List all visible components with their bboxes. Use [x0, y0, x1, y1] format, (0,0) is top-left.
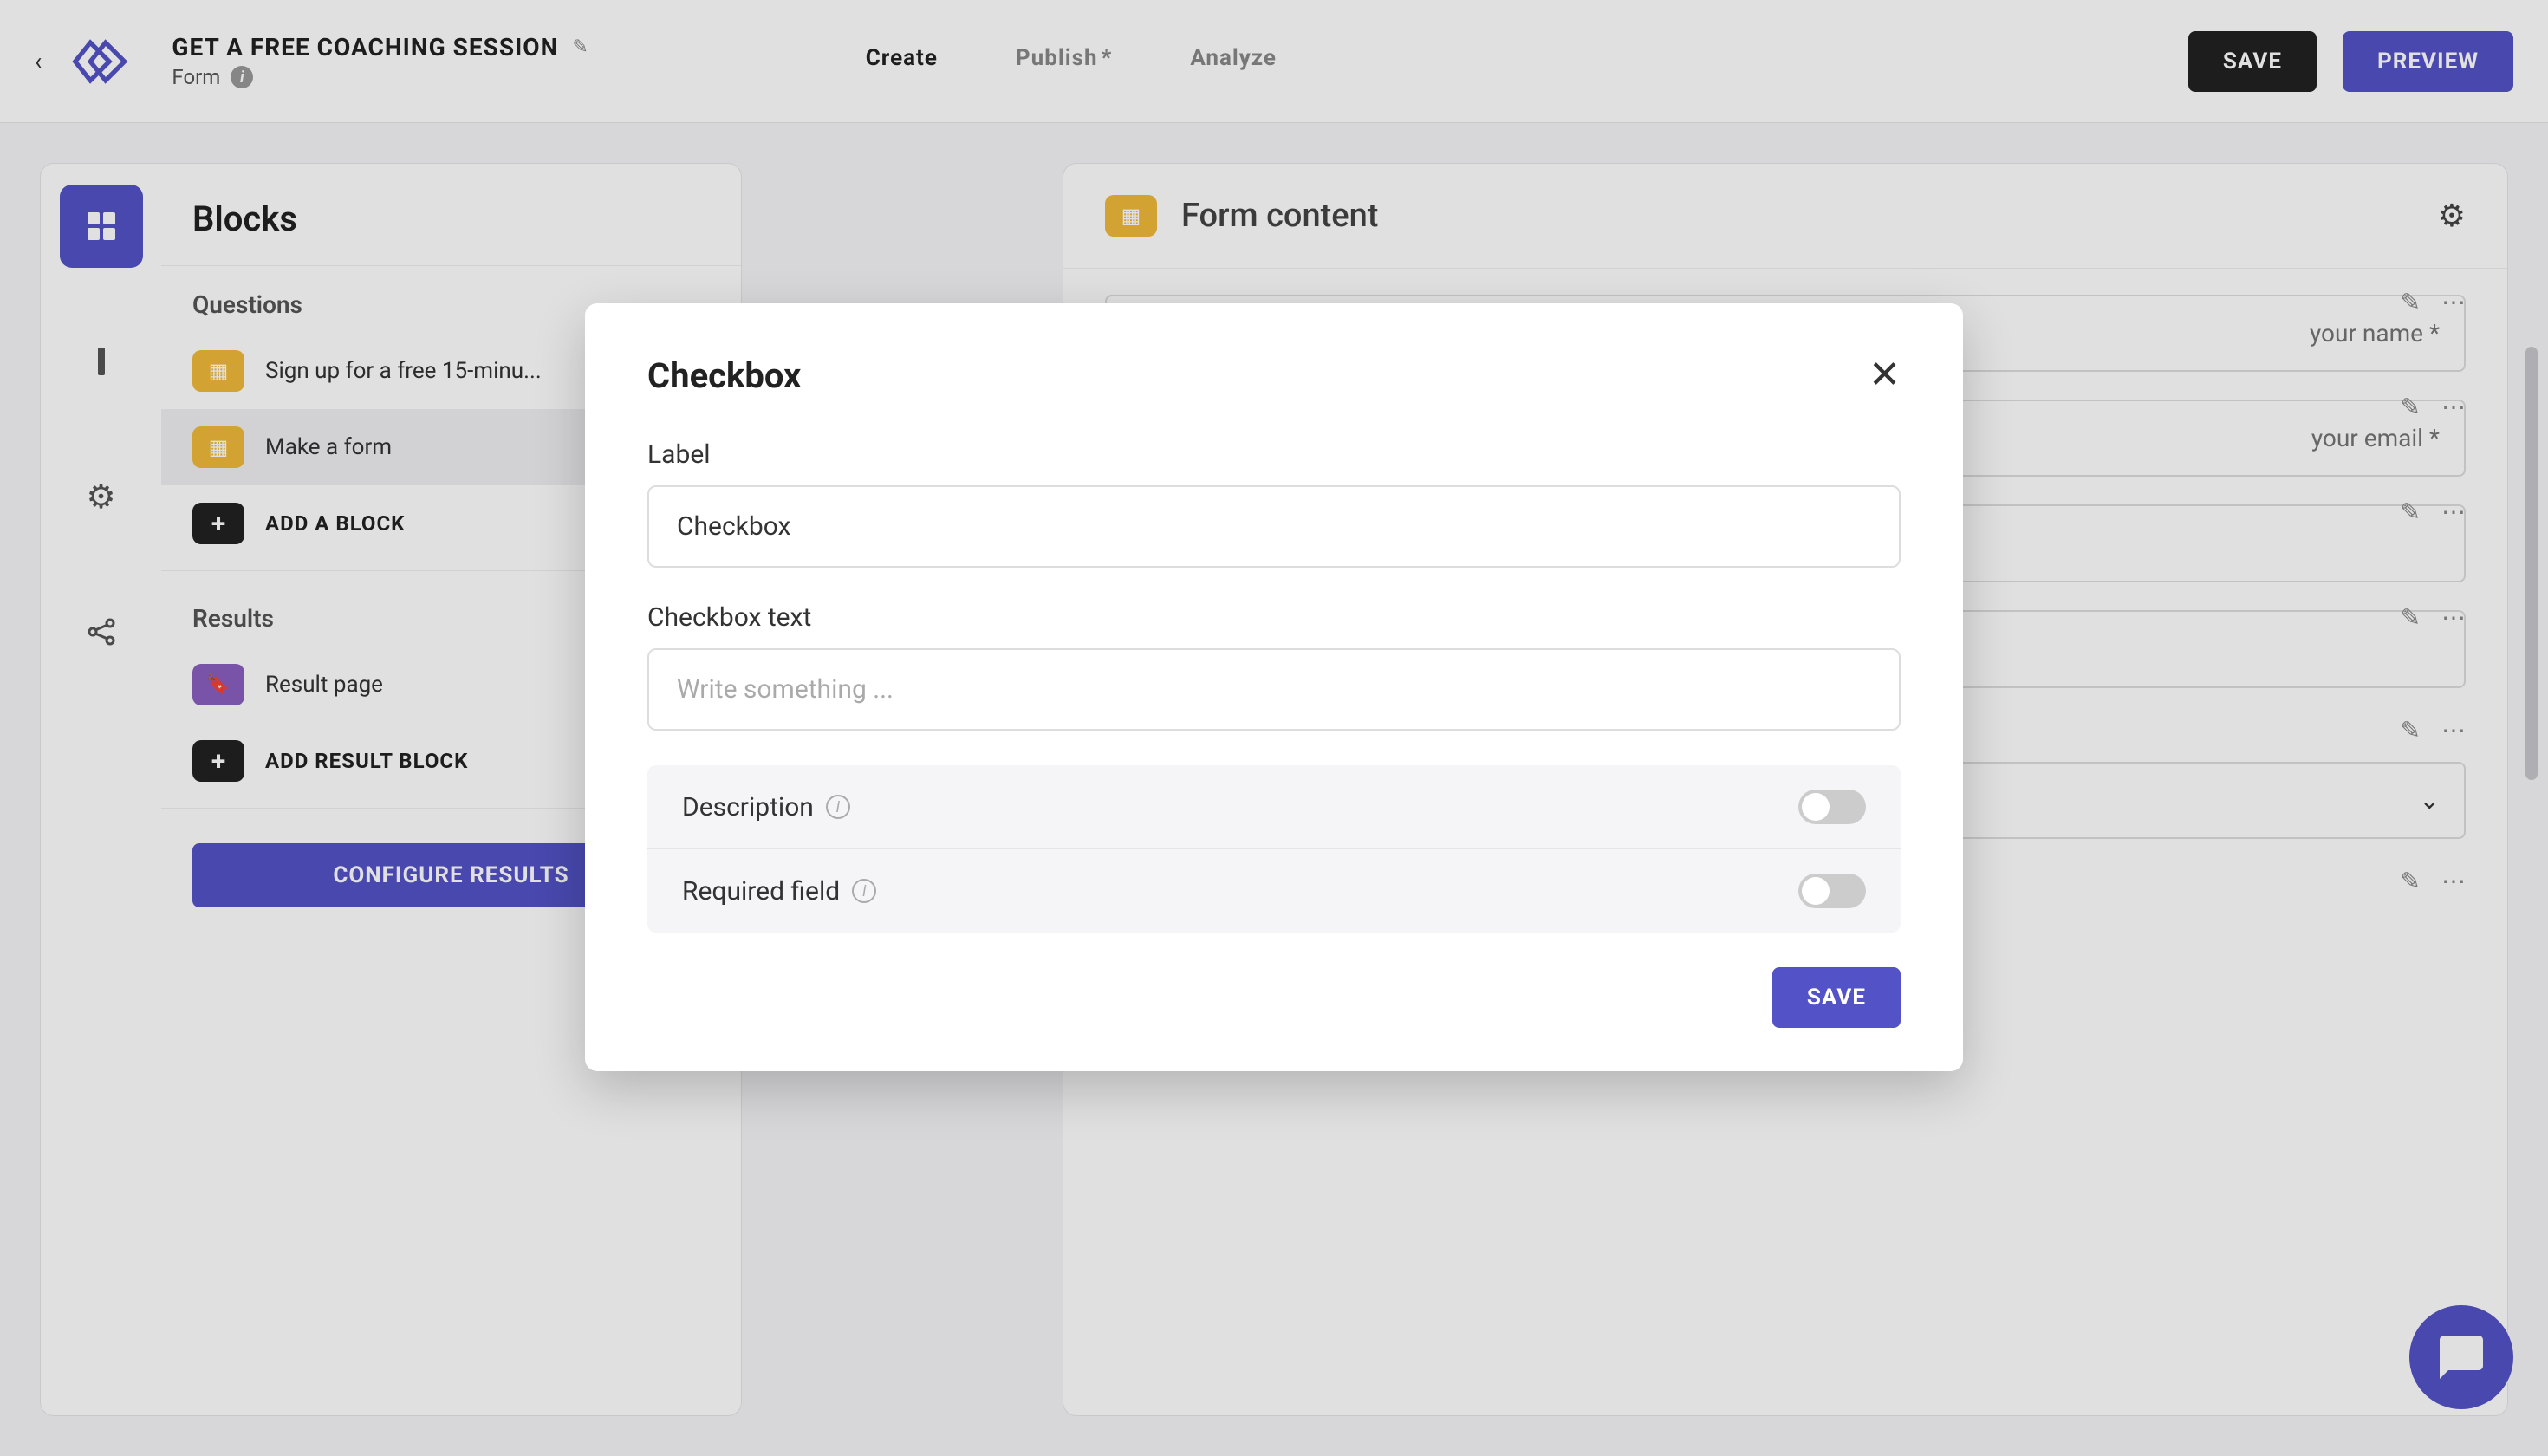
close-icon[interactable]: ✕	[1869, 355, 1901, 393]
modal-title: Checkbox	[647, 355, 801, 396]
toggle-group: Description i Required field i	[647, 765, 1901, 933]
checkbox-modal: Checkbox ✕ Label Checkbox text Descripti…	[585, 303, 1963, 1071]
description-toggle[interactable]	[1798, 790, 1866, 824]
info-icon[interactable]: i	[826, 795, 850, 819]
modal-save-button[interactable]: SAVE	[1772, 967, 1901, 1028]
info-icon[interactable]: i	[852, 879, 876, 903]
label-input[interactable]	[647, 485, 1901, 568]
checkbox-text-label: Checkbox text	[647, 602, 1901, 633]
label-field-label: Label	[647, 439, 1901, 470]
description-label: Description	[682, 792, 814, 822]
required-label: Required field	[682, 876, 840, 907]
checkbox-text-input[interactable]	[647, 648, 1901, 731]
required-toggle-row: Required field i	[647, 848, 1901, 933]
description-toggle-row: Description i	[647, 765, 1901, 848]
required-toggle[interactable]	[1798, 874, 1866, 908]
